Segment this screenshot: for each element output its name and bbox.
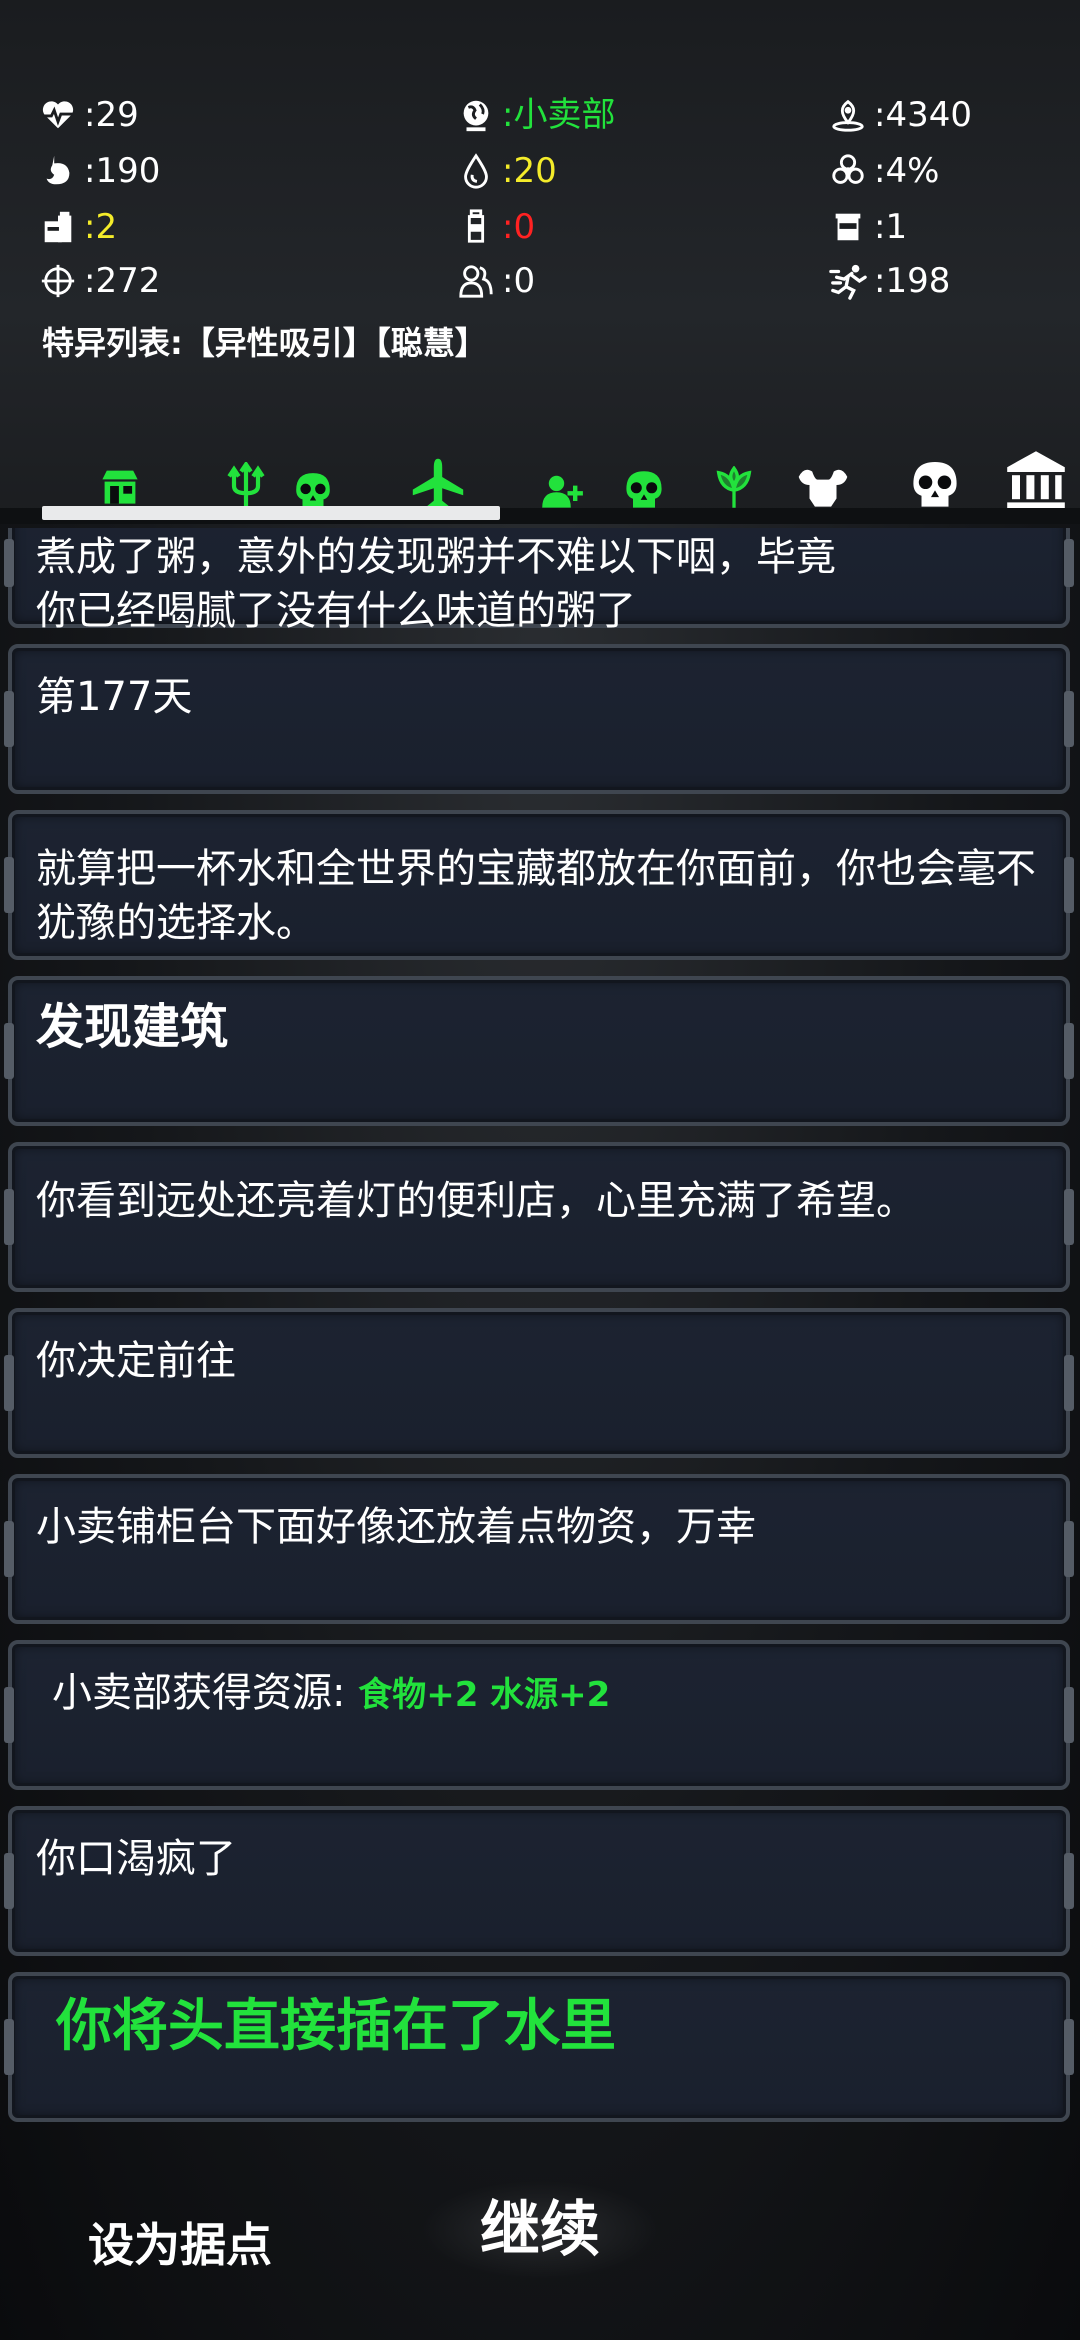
traits-list: 特异列表:【异性吸引】【聪慧】 xyxy=(42,324,487,362)
speed-value: :198 xyxy=(874,261,951,301)
distance-value: :4340 xyxy=(874,95,972,135)
accuracy-value: :272 xyxy=(84,261,161,301)
water-stat: :20 xyxy=(456,148,557,194)
bottles-stat: :0 xyxy=(456,204,535,250)
trident-icon[interactable] xyxy=(222,462,270,510)
can-icon xyxy=(828,207,868,247)
globe-icon xyxy=(456,95,496,135)
water-value: :20 xyxy=(502,151,557,191)
health-value: :29 xyxy=(84,95,139,135)
log-entry-text: 你口渴疯了 xyxy=(36,1836,236,1882)
food-bag-icon xyxy=(38,207,78,247)
log-entry: 就算把一杯水和全世界的宝藏都放在你面前，你也会毫不犹豫的选择水。 xyxy=(4,810,1074,960)
log-entry-text: 你看到远处还亮着灯的便利店，心里充满了希望。 xyxy=(36,1178,916,1224)
log-entry: 煮成了粥，意外的发现粥并不难以下咽，毕竟 你已经喝腻了没有什么味道的粥了 xyxy=(4,528,1074,634)
location-stat: :小卖部 xyxy=(456,92,615,138)
food-stat: :190 xyxy=(38,148,160,194)
log-entry-text: 小卖铺柜台下面好像还放着点物资，万幸 xyxy=(36,1504,756,1550)
event-log[interactable]: 煮成了粥，意外的发现粥并不难以下咽，毕竟 你已经喝腻了没有什么味道的粥了 第17… xyxy=(0,528,1080,2138)
log-entry: 小卖部获得资源: 食物+2 水源+2 xyxy=(4,1640,1074,1790)
log-entry: 小卖铺柜台下面好像还放着点物资，万幸 xyxy=(4,1474,1074,1624)
water-drop-icon xyxy=(456,151,496,191)
food-value: :190 xyxy=(84,151,161,191)
set-base-button[interactable]: 设为据点 xyxy=(40,2210,320,2280)
bottle-icon xyxy=(456,207,496,247)
log-entry-text: 你已经喝腻了没有什么味道的粥了 xyxy=(36,588,636,634)
heartbeat-icon xyxy=(38,95,78,135)
muscle-icon[interactable] xyxy=(796,458,850,512)
plant-icon[interactable] xyxy=(712,466,756,510)
add-person-icon[interactable] xyxy=(540,468,584,512)
health-stat: :29 xyxy=(38,92,139,138)
log-entry: 你口渴疯了 xyxy=(4,1806,1074,1956)
log-entry: 你将头直接插在了水里 xyxy=(4,1972,1074,2122)
food-items-value: :2 xyxy=(84,207,118,247)
cans-value: :1 xyxy=(874,207,908,247)
biohazard-icon xyxy=(828,151,868,191)
airplane-icon[interactable] xyxy=(410,456,466,512)
map-pin-icon xyxy=(828,95,868,135)
store-icon[interactable] xyxy=(98,464,142,508)
distance-stat: :4340 xyxy=(828,92,972,138)
crosshair-icon xyxy=(38,261,78,301)
log-entry: 你决定前往 xyxy=(4,1308,1074,1458)
skull-icon[interactable] xyxy=(908,458,962,512)
bottles-value: :0 xyxy=(502,207,536,247)
resource-gain-label: 小卖部获得资源: xyxy=(52,1670,346,1716)
resource-gain-values: 食物+2 水源+2 xyxy=(358,1675,611,1715)
continue-button[interactable]: 继续 xyxy=(420,2180,660,2280)
bank-icon[interactable] xyxy=(1004,448,1068,512)
log-entry: 第177天 xyxy=(4,644,1074,794)
day-counter: 第177天 xyxy=(36,674,193,720)
log-entry: 你看到远处还亮着灯的便利店，心里充满了希望。 xyxy=(4,1142,1074,1292)
infection-value: :4% xyxy=(874,151,940,191)
stomach-icon xyxy=(38,151,78,191)
people-stat: :0 xyxy=(456,258,535,304)
cans-stat: :1 xyxy=(828,204,907,250)
running-man-icon xyxy=(828,261,868,301)
skull-icon[interactable] xyxy=(622,468,666,512)
progress-bar xyxy=(42,506,500,520)
log-entry-text: 煮成了粥，意外的发现粥并不难以下咽，毕竟 xyxy=(36,534,836,580)
speed-stat: :198 xyxy=(828,258,950,304)
accuracy-stat: :272 xyxy=(38,258,160,304)
log-entry-text: 你决定前往 xyxy=(36,1338,236,1384)
log-entry-text: 就算把一杯水和全世界的宝藏都放在你面前，你也会毫不犹豫的选择水。 xyxy=(36,846,1036,946)
event-title: 发现建筑 xyxy=(36,999,229,1055)
location-value: :小卖部 xyxy=(502,95,616,135)
people-icon xyxy=(456,261,496,301)
log-entry: 发现建筑 xyxy=(4,976,1074,1126)
event-highlight: 你将头直接插在了水里 xyxy=(56,1994,616,2059)
food-items-stat: :2 xyxy=(38,204,117,250)
people-value: :0 xyxy=(502,261,536,301)
infection-stat: :4% xyxy=(828,148,939,194)
